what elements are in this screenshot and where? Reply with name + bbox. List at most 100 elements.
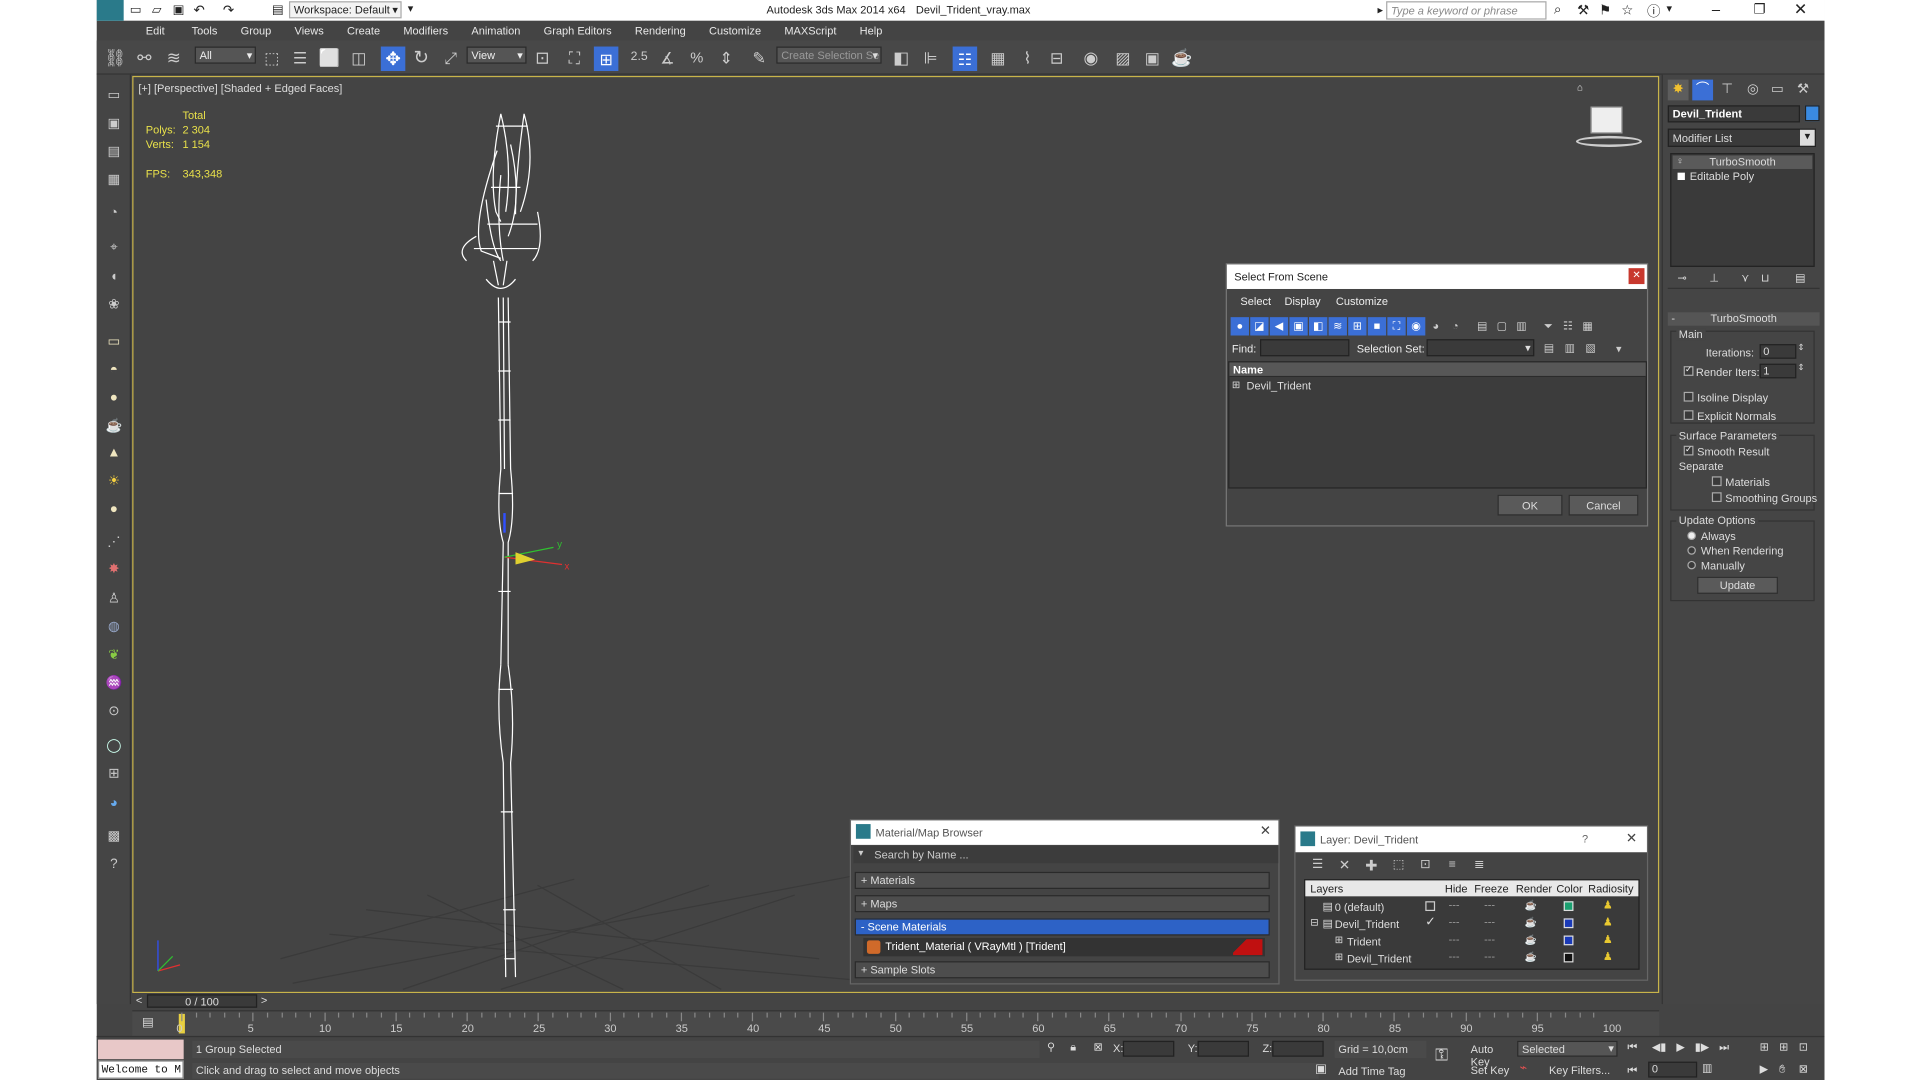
set-key-icon[interactable]: ⚿	[1435, 1044, 1448, 1065]
filter-xrefs-icon[interactable]: ■	[1367, 317, 1387, 336]
menu-graph-editors[interactable]: Graph Editors	[544, 24, 612, 36]
filter-groups-icon[interactable]: ⊞	[1348, 317, 1367, 336]
layer-color-swatch[interactable]	[1563, 901, 1574, 912]
transform-gizmo[interactable]: x y	[503, 513, 569, 572]
field-of-view-icon[interactable]: ▶	[1760, 1063, 1768, 1076]
select-by-name-icon[interactable]: ☰	[289, 47, 311, 69]
add-to-layer-icon[interactable]: ✚	[1363, 857, 1380, 874]
filter-lights-icon[interactable]: ◀	[1269, 317, 1289, 336]
col-color[interactable]: Color	[1556, 883, 1582, 895]
graphite-ribbon-icon[interactable]: ▦	[987, 47, 1009, 69]
make-unique-icon[interactable]: ⋎	[1741, 272, 1749, 285]
modifier-list-dropdown[interactable]: Modifier List ▾	[1667, 128, 1816, 147]
menu-edit[interactable]: Edit	[146, 24, 165, 36]
align-icon[interactable]: ⊫	[920, 47, 942, 69]
viewport-config-icon[interactable]: ⊞	[103, 764, 125, 784]
keyboard-shortcut-override-icon[interactable]: ⊞	[593, 46, 619, 72]
maxscript-listener-pink[interactable]	[97, 1039, 184, 1060]
layer-color-swatch[interactable]	[1563, 918, 1574, 929]
layer-color-swatch[interactable]	[1563, 935, 1574, 946]
configure-sets-icon[interactable]: ▤	[1795, 272, 1805, 285]
percent-snap-icon[interactable]: %	[686, 47, 708, 69]
isolate-selection-icon[interactable]: ⚲	[1047, 1041, 1055, 1054]
remove-from-set-icon[interactable]: ▧	[1582, 339, 1599, 356]
globe-icon[interactable]: ◍	[103, 617, 125, 637]
col-hide[interactable]: Hide	[1445, 883, 1468, 895]
object-color-swatch[interactable]	[1804, 105, 1820, 122]
freeze-toggle[interactable]: ---	[1484, 916, 1495, 928]
pivot-center-icon[interactable]: ⊡	[531, 47, 553, 69]
previous-frame-icon[interactable]: ◀▮	[1652, 1041, 1667, 1054]
select-object-icon[interactable]: ⬚	[261, 47, 283, 69]
dialog-menu-select[interactable]: Select	[1240, 295, 1271, 307]
key-filters-button[interactable]: Key Filters...	[1542, 1062, 1618, 1078]
filter-spacewarps-icon[interactable]: ≋	[1328, 317, 1347, 336]
sound-icon[interactable]: ◖	[103, 267, 125, 287]
binoculars-icon[interactable]: ⌕	[1554, 2, 1562, 18]
paint-icon[interactable]: ✸	[103, 560, 125, 580]
grid-icon[interactable]: ▦	[103, 170, 125, 190]
time-tag-icon[interactable]: ▣	[1315, 1063, 1327, 1076]
selection-filter-dropdown[interactable]: All ▾	[194, 46, 256, 64]
maps-section[interactable]: + Maps	[854, 895, 1270, 913]
show-end-result-icon[interactable]: ⊥	[1709, 272, 1719, 285]
dialog-menu-customize[interactable]: Customize	[1336, 295, 1388, 307]
maxscript-listener-white[interactable]: Welcome to M	[97, 1060, 184, 1079]
select-and-move-icon[interactable]: ✥	[380, 46, 406, 72]
set-key-button[interactable]: Set Key	[1468, 1062, 1512, 1079]
list-item[interactable]: ⊞ Devil_Trident	[1232, 380, 1646, 395]
remove-modifier-icon[interactable]: ⊔	[1761, 272, 1770, 285]
go-to-start-icon[interactable]: ⏮	[1627, 1041, 1637, 1054]
menu-create[interactable]: Create	[347, 24, 380, 36]
next-frame-icon[interactable]: ▮▶	[1695, 1041, 1710, 1054]
hemisphere-icon[interactable]: ◓	[103, 360, 125, 380]
help-icon[interactable]: ?	[1582, 833, 1588, 845]
render-teapot-icon[interactable]: ☕	[1524, 951, 1536, 962]
hide-toggle[interactable]: ---	[1449, 916, 1460, 928]
separate-materials-checkbox[interactable]	[1711, 476, 1722, 487]
close-icon[interactable]: ✕	[1628, 268, 1645, 285]
manually-radio[interactable]	[1687, 560, 1696, 570]
absolute-mode-icon[interactable]: ⊠	[1093, 1041, 1102, 1054]
track-bar[interactable]: ▤ 0 5 10 15 20 25 30 35 40 45 50 55 60 65 70 75 80 85 90 95…	[132, 1010, 1660, 1036]
material-item[interactable]: Trident_Material ( VRayMtl ) [Trident]	[863, 937, 1265, 957]
display-tab-icon[interactable]: ▭	[1767, 80, 1788, 101]
lock-selection-icon[interactable]: 🔒︎	[1070, 1041, 1076, 1054]
filter-bones-icon[interactable]: ⛶	[1387, 317, 1406, 336]
key-mode-toggle-icon[interactable]: ⏮	[1627, 1064, 1637, 1077]
bind-spacewarp-icon[interactable]: ≋	[163, 47, 185, 69]
more-icon[interactable]: ▾	[1611, 342, 1626, 357]
default-tangents-icon[interactable]: ⌁	[1520, 1062, 1527, 1075]
prev-frame-icon[interactable]: <	[136, 994, 142, 1006]
isoline-checkbox[interactable]	[1683, 391, 1694, 402]
sample-slots-section[interactable]: + Sample Slots	[854, 961, 1270, 979]
smooth-result-checkbox[interactable]: ✓	[1683, 445, 1694, 456]
filter-containers-icon[interactable]: ◉	[1406, 317, 1426, 336]
motion-tab-icon[interactable]: ◎	[1742, 80, 1763, 101]
help-dropdown-icon[interactable]: ▾	[1667, 2, 1673, 15]
toolbar-overflow-icon[interactable]: ▾	[408, 2, 414, 15]
angle-snap-icon[interactable]: ∡	[656, 47, 678, 69]
particle-icon[interactable]: ❀	[103, 295, 125, 315]
table-row[interactable]: ⊞ Trident --- --- ☕ ♟	[1305, 933, 1638, 950]
cone-icon[interactable]: ▲	[103, 443, 125, 463]
mesh-tool-icon[interactable]: ⋰	[103, 533, 125, 553]
stack-item-turbosmooth[interactable]: ♀ TurboSmooth	[1672, 155, 1813, 169]
freeze-toggle[interactable]: ---	[1484, 899, 1495, 911]
hierarchy-icon[interactable]: ☷	[1559, 317, 1577, 335]
box-primitive-icon[interactable]: ▭	[103, 332, 125, 352]
mirror-icon[interactable]: ◧	[890, 47, 912, 69]
spinner-snap-icon[interactable]: ⇕	[715, 47, 737, 69]
modifier-stack[interactable]: ♀ TurboSmooth Editable Poly	[1670, 153, 1815, 267]
create-layer-icon[interactable]: ☰	[1309, 857, 1326, 874]
explicit-normals-checkbox[interactable]	[1683, 410, 1694, 421]
render-teapot-icon[interactable]: ☕	[1524, 917, 1536, 928]
z-coordinate-field[interactable]	[1272, 1040, 1324, 1057]
zoom-all-icon[interactable]: ⊞	[1779, 1041, 1788, 1054]
maximize-viewport-icon[interactable]: ⊠	[1799, 1063, 1808, 1076]
help-icon[interactable]: ⓘ	[1647, 1, 1660, 21]
time-slider[interactable]: < 0 / 100 >	[132, 993, 1660, 1009]
list-header-name[interactable]: Name	[1229, 362, 1646, 378]
filter-shapes-icon[interactable]: ◪	[1250, 317, 1269, 336]
schematic-view-icon[interactable]: ⊟	[1046, 47, 1068, 69]
